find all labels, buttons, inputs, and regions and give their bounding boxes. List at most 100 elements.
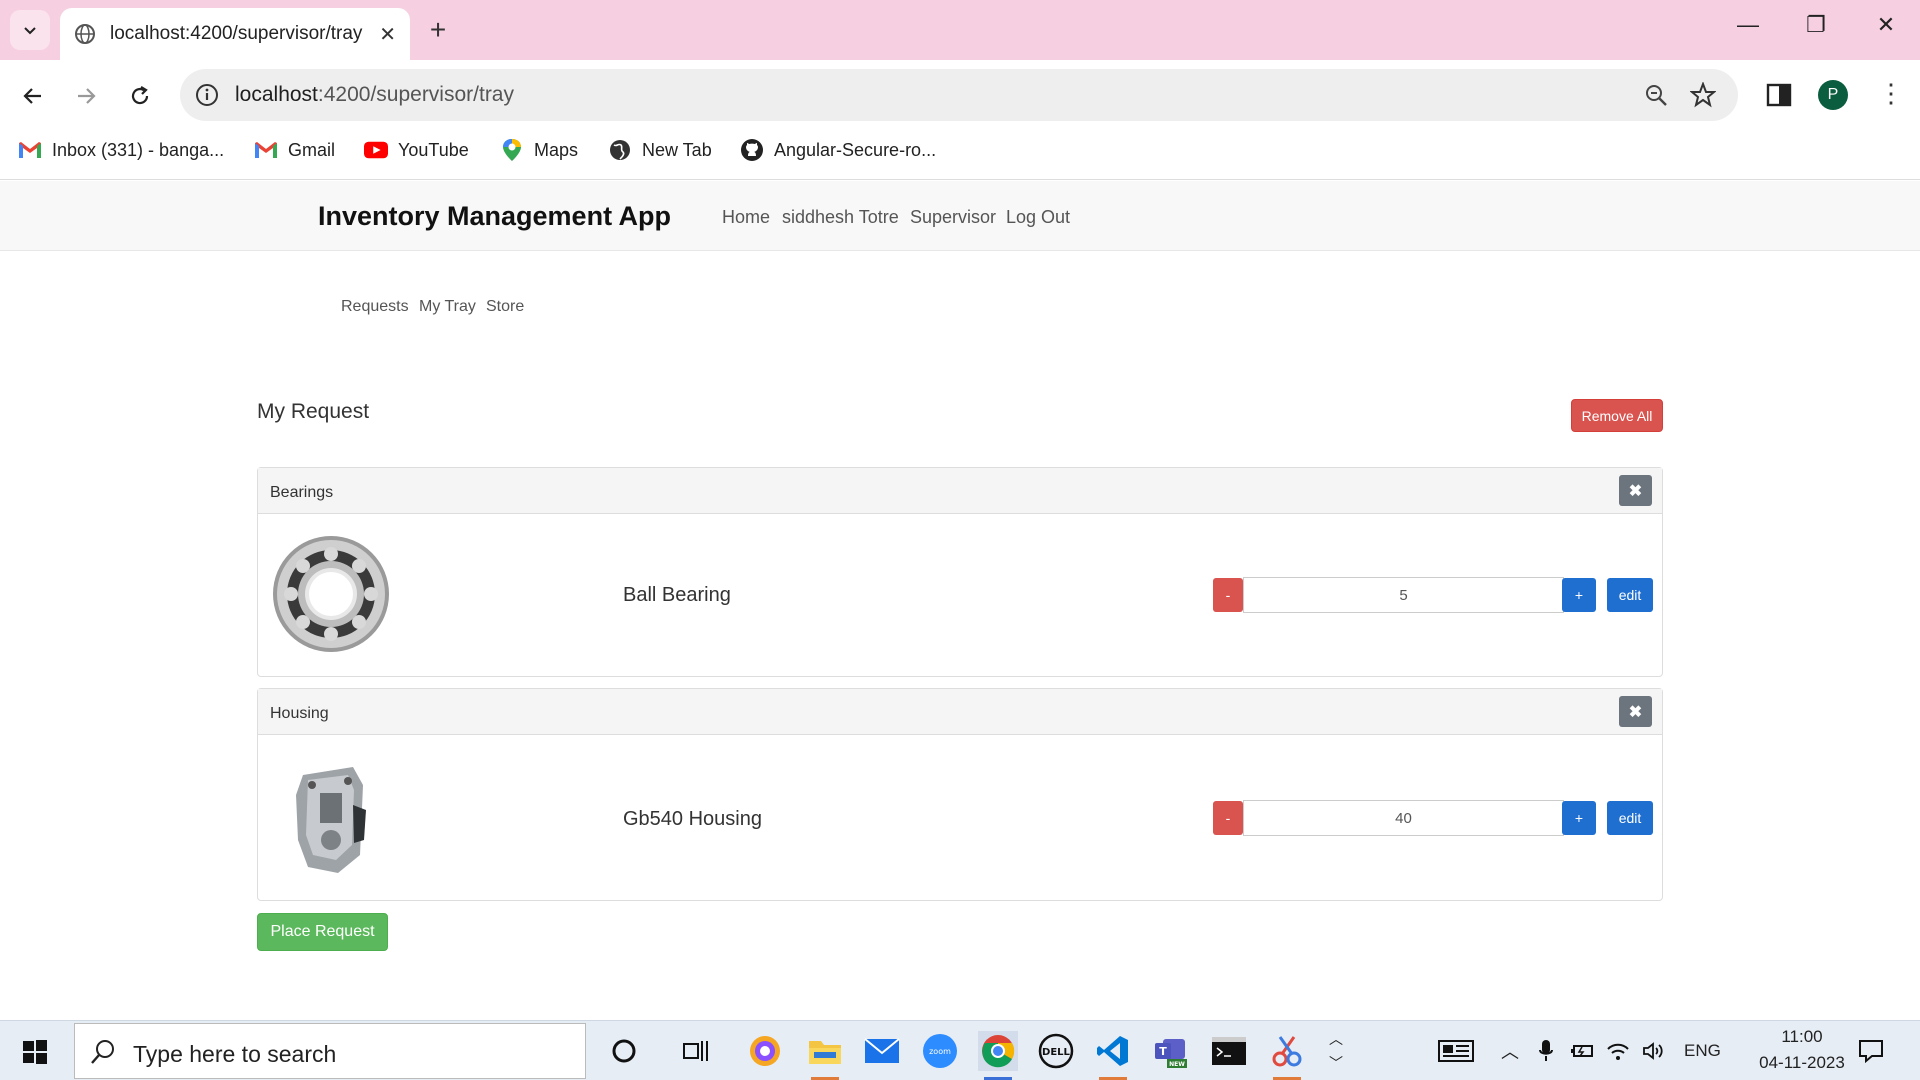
nav-user[interactable]: siddhesh Totre	[782, 207, 899, 228]
globe-icon	[75, 24, 95, 44]
scroll-up-icon[interactable]: ︿	[1324, 1027, 1348, 1051]
remove-all-button[interactable]: Remove All	[1571, 399, 1663, 432]
forward-button[interactable]	[68, 78, 104, 114]
windows-start-icon[interactable]	[22, 1039, 48, 1065]
scroll-down-icon[interactable]: ﹀	[1324, 1051, 1348, 1075]
gmail-icon	[18, 138, 42, 162]
bookmark-new-tab[interactable]: New Tab	[608, 138, 712, 162]
vscode-icon[interactable]	[1093, 1031, 1133, 1071]
subnav-requests[interactable]: Requests	[341, 298, 409, 316]
chevron-down-icon	[24, 27, 36, 35]
app-launcher-icon[interactable]	[745, 1031, 785, 1071]
tab-title: localhost:4200/supervisor/tray	[110, 23, 363, 44]
browser-menu-icon[interactable]: ⋮	[1878, 78, 1904, 109]
zoom-icon[interactable]: zoom	[920, 1031, 960, 1071]
restore-icon[interactable]: ❐	[1796, 12, 1836, 38]
bookmark-youtube[interactable]: YouTube	[364, 138, 469, 162]
windows-taskbar: Type here to search zoom DELL T NEW ︿ ﹀ ︿…	[0, 1020, 1920, 1080]
nav-home[interactable]: Home	[722, 207, 770, 228]
panel-body: Gb540 Housing - 40 + edit	[258, 735, 1662, 900]
housing-image	[268, 745, 394, 889]
item-category: Bearings	[270, 484, 334, 501]
panel-header: Housing ✖	[258, 689, 1662, 735]
nav-logout[interactable]: Log Out	[1006, 207, 1070, 228]
taskbar-search-box[interactable]: Type here to search	[74, 1023, 586, 1079]
tray-item-panel: Housing ✖ Gb540 Housing - 40 + edit	[257, 688, 1663, 901]
teams-icon[interactable]: T NEW	[1151, 1031, 1191, 1071]
browser-tab-active[interactable]: localhost:4200/supervisor/tray ✕	[60, 8, 410, 60]
reload-button[interactable]	[122, 78, 158, 114]
clock-time[interactable]: 11:00	[1762, 1027, 1842, 1047]
bookmark-github[interactable]: Angular-Secure-ro...	[740, 138, 936, 162]
increase-quantity-button[interactable]: +	[1562, 578, 1596, 612]
app-navbar: Inventory Management App Home siddhesh T…	[0, 181, 1920, 251]
show-hidden-icons-icon[interactable]: ︿	[1498, 1039, 1522, 1063]
task-view-icon[interactable]	[676, 1031, 716, 1071]
dell-icon[interactable]: DELL	[1036, 1031, 1076, 1071]
address-bar[interactable]: localhost:4200/supervisor/tray	[180, 69, 1738, 121]
bookmark-inbox[interactable]: Inbox (331) - banga...	[18, 138, 224, 162]
svg-text:zoom: zoom	[929, 1047, 951, 1056]
item-name: Gb540 Housing	[623, 808, 762, 830]
bookmark-gmail[interactable]: Gmail	[254, 138, 335, 162]
ball-bearing-image	[268, 524, 394, 664]
volume-icon[interactable]	[1642, 1039, 1666, 1063]
page-title: My Request	[257, 400, 370, 423]
language-indicator[interactable]: ENG	[1684, 1041, 1721, 1061]
panel-header: Bearings ✖	[258, 468, 1662, 514]
place-request-button[interactable]: Place Request	[257, 913, 388, 951]
microphone-icon[interactable]	[1534, 1039, 1558, 1063]
app-brand[interactable]: Inventory Management App	[318, 201, 671, 232]
search-placeholder: Type here to search	[133, 1041, 337, 1067]
svg-text:NEW: NEW	[1169, 1061, 1185, 1068]
snipping-tool-icon[interactable]	[1267, 1031, 1307, 1071]
tab-search-button[interactable]	[10, 10, 50, 50]
item-name: Ball Bearing	[623, 584, 731, 606]
panel-body: Ball Bearing - 5 + edit	[258, 514, 1662, 676]
gmail-icon	[254, 138, 278, 162]
new-tab-button[interactable]: +	[422, 14, 454, 46]
reload-icon	[131, 86, 149, 105]
subnav-store[interactable]: Store	[486, 298, 524, 316]
file-explorer-icon[interactable]	[805, 1031, 845, 1071]
zoom-icon[interactable]	[1643, 82, 1669, 108]
back-button[interactable]	[15, 78, 51, 114]
globe-icon	[608, 138, 632, 162]
minimize-icon[interactable]: —	[1728, 12, 1768, 38]
increase-quantity-button[interactable]: +	[1562, 801, 1596, 835]
notification-center-icon[interactable]	[1856, 1039, 1886, 1063]
remove-item-button[interactable]: ✖	[1619, 475, 1652, 506]
edit-item-button[interactable]: edit	[1607, 578, 1653, 612]
profile-avatar[interactable]: P	[1818, 80, 1848, 110]
item-category: Housing	[270, 705, 329, 722]
subnav-my-tray[interactable]: My Tray	[419, 298, 476, 316]
wifi-icon[interactable]	[1606, 1039, 1630, 1063]
decrease-quantity-button[interactable]: -	[1213, 801, 1243, 835]
back-arrow-icon	[23, 88, 41, 104]
clock-date[interactable]: 04-11-2023	[1750, 1053, 1854, 1073]
close-tab-icon[interactable]: ✕	[379, 22, 396, 47]
mail-icon[interactable]	[862, 1031, 902, 1071]
side-panel-icon[interactable]	[1764, 80, 1794, 110]
chrome-icon[interactable]	[978, 1031, 1018, 1071]
svg-text:T: T	[1159, 1045, 1167, 1058]
site-info-icon[interactable]	[194, 82, 220, 108]
tray-item-panel: Bearings ✖ Ball Bearing - 5 + edit	[257, 467, 1663, 677]
bookmarks-bar: Inbox (331) - banga... Gmail YouTube Map…	[0, 128, 1920, 180]
remove-item-button[interactable]: ✖	[1619, 696, 1652, 727]
terminal-icon[interactable]	[1209, 1031, 1249, 1071]
quantity-input[interactable]: 40	[1243, 800, 1564, 836]
edit-item-button[interactable]: edit	[1607, 801, 1653, 835]
github-icon	[740, 138, 764, 162]
news-widget-icon[interactable]	[1436, 1039, 1476, 1063]
close-window-icon[interactable]: ✕	[1866, 12, 1906, 38]
cortana-icon[interactable]	[604, 1031, 644, 1071]
battery-icon[interactable]	[1570, 1039, 1594, 1063]
url-text: localhost:4200/supervisor/tray	[235, 83, 514, 106]
nav-supervisor[interactable]: Supervisor	[910, 207, 996, 228]
browser-tab-strip: localhost:4200/supervisor/tray ✕ + — ❐ ✕	[0, 0, 1920, 60]
quantity-input[interactable]: 5	[1243, 577, 1564, 613]
bookmark-maps[interactable]: Maps	[500, 138, 578, 162]
decrease-quantity-button[interactable]: -	[1213, 578, 1243, 612]
bookmark-star-icon[interactable]	[1690, 82, 1716, 108]
